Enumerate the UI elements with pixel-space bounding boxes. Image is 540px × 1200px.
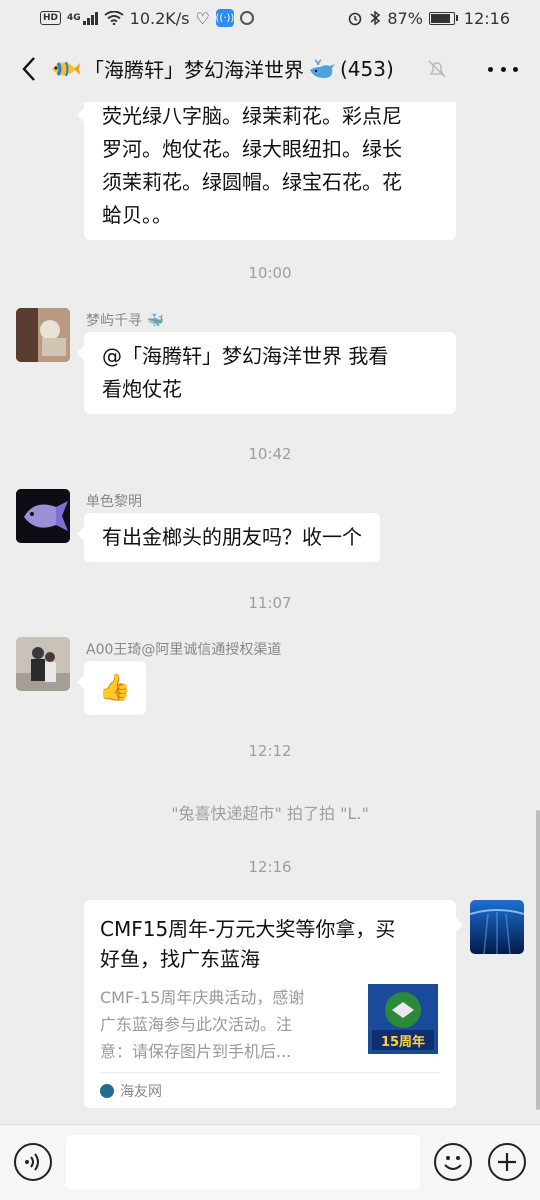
message-bubble[interactable]: 有出金榔头的朋友吗？收一个 <box>77 513 380 562</box>
group-name: 「海腾轩」梦幻海洋世界 <box>84 58 304 82</box>
thumbnail-label: 15周年 <box>380 1035 426 1050</box>
timestamp: 10:00 <box>248 264 292 282</box>
whale-icon <box>310 58 335 78</box>
alarm-icon <box>349 12 362 26</box>
status-right: 87% 12:16 <box>347 9 510 28</box>
more-options-button[interactable] <box>488 58 518 80</box>
avatar[interactable] <box>16 308 70 362</box>
status-left: HD 4G 10.2K/s ♡ ((·)) <box>40 9 254 28</box>
message-line: 罗河。炮仗花。绿大眼纽扣。绿长 <box>102 137 402 161</box>
timestamp: 12:12 <box>248 742 292 760</box>
timestamp: 10:42 <box>248 445 292 463</box>
message-bubble[interactable]: 荧光绿八字脑。绿茉莉花。彩点尼 罗河。炮仗花。绿大眼纽扣。绿长 须茉莉花。绿圆帽… <box>77 102 456 240</box>
back-button[interactable] <box>14 54 44 84</box>
voice-input-button[interactable] <box>14 1143 52 1181</box>
smiley-icon <box>444 1156 462 1170</box>
more-functions-button[interactable] <box>488 1143 526 1181</box>
message-line: 看炮仗花 <box>102 377 182 401</box>
message-line: 蛤贝。。 <box>102 203 172 227</box>
message-line: @「海腾轩」梦幻海洋世界 我看 <box>102 344 389 368</box>
link-card-description: CMF-15周年庆典活动，感谢 广东蓝海参与此次活动。注 意：请保存图片到手机后… <box>100 988 305 1061</box>
thumbs-up-icon: 👍 <box>98 673 132 703</box>
sender-name: 单色黎明 <box>86 494 142 510</box>
plus-icon <box>498 1153 516 1171</box>
battery-percent: 87% <box>387 8 423 28</box>
heart-rate-icon: ♡ <box>195 8 210 28</box>
chat-scrollbar[interactable] <box>536 810 540 1110</box>
message-bubble[interactable]: @「海腾轩」梦幻海洋世界 我看 看炮仗花 <box>77 332 456 414</box>
hd-badge: HD <box>40 11 62 25</box>
whale-outline-icon: 🐳 <box>146 313 164 329</box>
circle-status-icon <box>239 11 254 25</box>
link-card[interactable]: CMF15周年-万元大奖等你拿，买 好鱼，找广东蓝海 CMF-15周年庆典活动，… <box>84 900 463 1108</box>
bluetooth-icon <box>370 10 381 26</box>
battery-icon <box>428 11 458 25</box>
network-speed: 10.2K/s <box>129 8 190 28</box>
message-input[interactable] <box>66 1135 420 1189</box>
timestamp: 11:07 <box>248 594 292 612</box>
status-bar: HD 4G 10.2K/s ♡ ((·)) 87% 12:16 <box>0 0 540 36</box>
voice-icon <box>25 1153 39 1171</box>
network-label: 4G <box>67 13 81 23</box>
avatar[interactable] <box>16 489 70 543</box>
message-line: 荧光绿八字脑。绿茉莉花。彩点尼 <box>102 104 402 128</box>
mute-bell-icon <box>428 60 446 78</box>
chat-area[interactable]: 荧光绿八字脑。绿茉莉花。彩点尼 罗河。炮仗花。绿大眼纽扣。绿长 须茉莉花。绿圆帽… <box>0 102 540 1124</box>
sender-name: A00王琦@阿里诚信通授权渠道 <box>86 642 282 658</box>
hotspot-icon: ((·)) <box>215 9 234 27</box>
link-card-title: CMF15周年-万元大奖等你拿，买 好鱼，找广东蓝海 <box>100 917 396 971</box>
chevron-left-icon <box>22 57 35 81</box>
timestamp: 12:16 <box>248 858 292 876</box>
emoji-bubble[interactable]: 👍 <box>77 661 146 715</box>
emoji-button[interactable] <box>434 1143 472 1181</box>
message-line: 有出金榔头的朋友吗？收一个 <box>102 525 362 549</box>
avatar[interactable] <box>16 637 70 691</box>
input-bar <box>0 1124 540 1200</box>
my-avatar[interactable] <box>470 900 524 954</box>
message-line: 须茉莉花。绿圆帽。绿宝石花。花 <box>102 170 402 194</box>
link-card-source: 海友网 <box>100 1072 440 1101</box>
sender-name: 梦屿千寻 🐳 <box>86 313 164 329</box>
link-card-thumbnail: 15周年 <box>368 984 438 1054</box>
clock: 12:16 <box>463 8 510 28</box>
tropical-fish-icon <box>52 61 80 76</box>
chat-header: 「海腾轩」梦幻海洋世界 (453) <box>0 36 540 102</box>
chat-title[interactable]: 「海腾轩」梦幻海洋世界 (453) <box>50 54 394 83</box>
system-message: "兔喜快递超市" 拍了拍 "L." <box>171 804 369 823</box>
source-logo-icon <box>100 1084 114 1098</box>
member-count: (453) <box>340 56 394 81</box>
wifi-icon <box>104 11 124 25</box>
signal-icon <box>82 11 98 25</box>
